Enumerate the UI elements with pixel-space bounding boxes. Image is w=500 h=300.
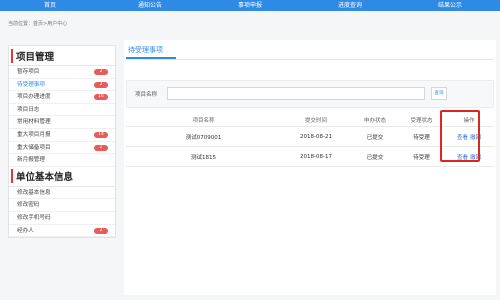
count-badge: 2 [94,69,108,75]
nav-item-home[interactable]: 首页 [0,0,100,11]
submit-time-cell: 2018-08-21 [300,133,332,140]
sidebar-item-label: 重大储备项目 [17,144,51,151]
sidebar-item-label: 重大项目月报 [17,131,51,138]
sidebar-item-progress[interactable]: 项目办理进度 16 [9,91,115,104]
sidebar-item-label: 经办人 [17,227,34,234]
breadcrumb: 当前位置：首页>用户中心 [8,21,68,27]
nav-item-results[interactable]: 结果公示 [400,0,500,11]
nav-item-notices[interactable]: 通知公告 [100,0,200,11]
sidebar-item-new-monthly[interactable]: 新月报管理 [9,154,115,167]
accept-status-cell: 待受理 [413,134,430,141]
count-badge: 14 [94,131,108,138]
search-button[interactable]: 查询 [431,87,447,100]
sidebar-item-reserve-projects[interactable]: 重大储备项目 2 [9,142,115,155]
sidebar-item-handler[interactable]: 经办人 2 [9,225,115,238]
sidebar-item-change-phone[interactable]: 修改手机号码 [9,212,115,225]
sidebar-item-label: 修改密码 [17,202,40,209]
sidebar-item-label: 修改手机号码 [17,214,51,221]
sidebar-item-label: 项目日志 [17,106,40,113]
sidebar-item-materials[interactable]: 常用材料管理 [9,116,115,129]
sidebar-section-title: 项目管理 [9,46,115,66]
table-row: 测试0709001 2018-08-21 已提交 待受理 查看 撤回 [126,127,494,147]
table-row: 测试1815 2018-08-17 已提交 待受理 查看 撤回 [126,147,494,167]
section-accent-bar [11,169,13,184]
project-name-input[interactable] [167,87,425,100]
submit-time-cell: 2018-08-17 [300,153,332,160]
nav-item-progress[interactable]: 进度查询 [300,0,400,11]
sidebar-item-label: 常用材料管理 [17,119,51,126]
apply-status-cell: 已提交 [366,154,384,161]
nav-item-declare[interactable]: 事项申报 [200,0,300,11]
sidebar-item-change-password[interactable]: 修改密码 [9,199,115,212]
sidebar-item-label: 修改基本信息 [17,189,51,196]
sidebar-section-title: 单位基本信息 [9,167,115,187]
sidebar-item-label: 新月报管理 [17,157,45,164]
sidebar-item-label: 项目办理进度 [17,94,51,101]
search-panel: 项目名称 查询 [126,80,494,108]
count-badge: 2 [94,227,108,234]
count-badge: 16 [94,94,108,101]
sidebar-item-pending[interactable]: 待受理事项 2 [9,79,115,92]
sidebar: 项目管理 暂存项目 2 待受理事项 2 项目办理进度 16 项目日志 常用材料管… [8,45,116,239]
tab-pending[interactable]: 待受理事项 [128,45,163,55]
column-header: 提交时间 [304,118,327,124]
search-label: 项目名称 [135,92,158,98]
table-header-row: 项目名称 提交时间 申办状态 受理状态 操作 [126,114,494,127]
sidebar-item-label: 待受理事项 [17,81,45,88]
top-nav: 首页 通知公告 事项申报 进度查询 结果公示 [0,0,500,11]
column-header: 项目名称 [192,118,215,124]
accept-status-cell: 待受理 [413,154,430,161]
sidebar-item-saved-projects[interactable]: 暂存项目 2 [9,66,115,79]
divider [126,59,494,60]
apply-status-cell: 已提交 [366,134,384,141]
count-badge: 2 [94,144,108,151]
sidebar-item-monthly-report[interactable]: 重大项目月报 14 [9,129,115,142]
project-name-cell: 测试1815 [191,154,216,161]
sidebar-item-label: 暂存项目 [17,69,40,75]
section-accent-bar [11,48,13,63]
actions-highlight-box [440,110,480,162]
column-header: 申办状态 [363,118,386,124]
sidebar-item-log[interactable]: 项目日志 [9,104,115,117]
pending-table: 项目名称 提交时间 申办状态 受理状态 操作 测试0709001 2018-08… [126,114,494,167]
project-name-cell: 测试0709001 [185,134,222,141]
main-panel: 待受理事项 项目名称 查询 项目名称 提交时间 申办状态 受理状态 操作 测试0… [124,40,496,295]
sidebar-item-edit-info[interactable]: 修改基本信息 [9,187,115,200]
column-header: 受理状态 [410,118,433,124]
count-badge: 2 [94,81,108,88]
